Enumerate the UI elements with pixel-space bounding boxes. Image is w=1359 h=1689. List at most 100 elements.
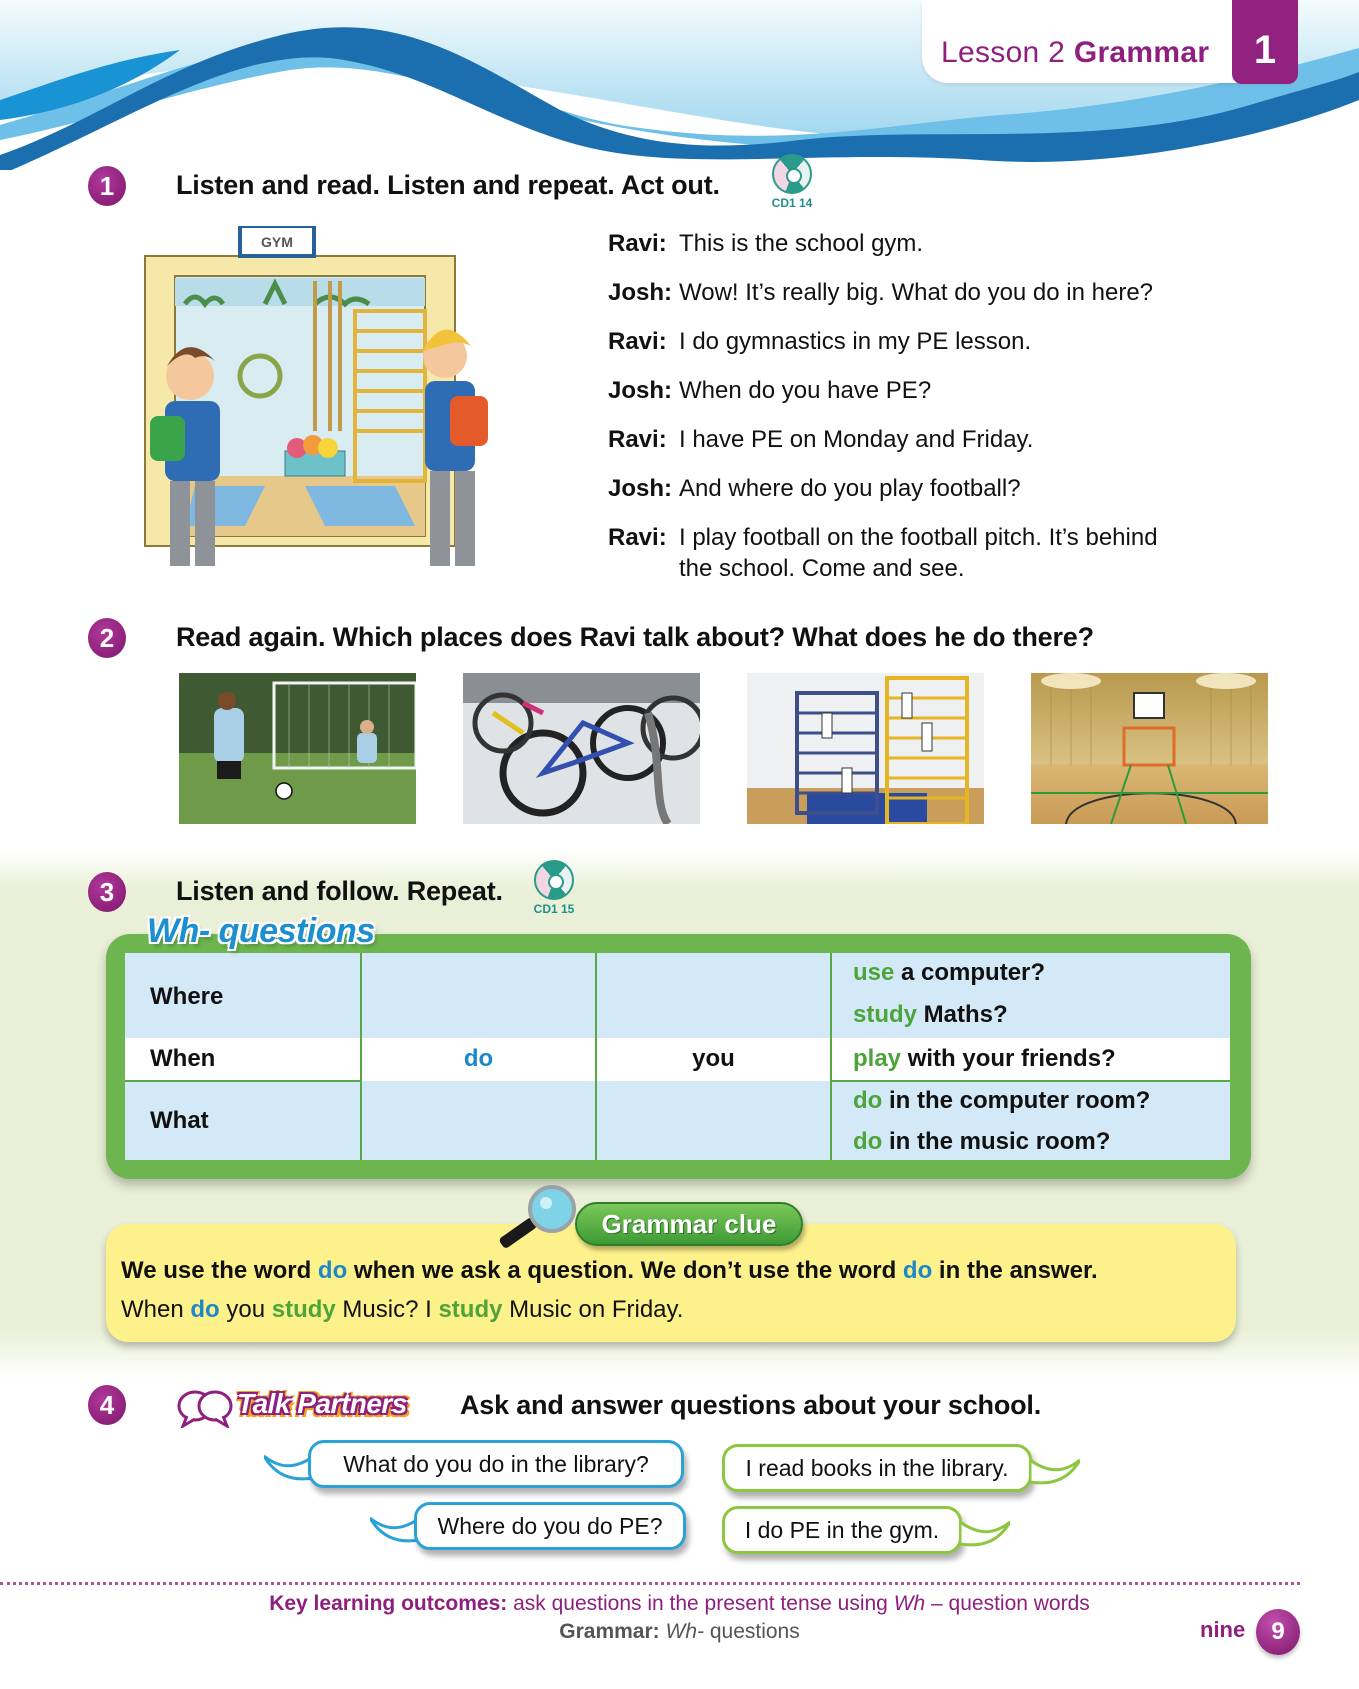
gym-door-illustration: GYM [144, 226, 488, 566]
ending: play with your friends? [853, 1045, 1116, 1073]
ending: do in the computer room? [853, 1087, 1150, 1115]
answer-bubble-tail [1030, 1458, 1080, 1485]
speech-bubbles-icon [177, 1390, 233, 1428]
exercise-number-badge: 4 [88, 1385, 126, 1425]
line-text: Wow! It’s really big. What do you do in … [679, 279, 1154, 306]
clue-text: Music? I [335, 1296, 439, 1323]
ending: study Maths? [853, 1001, 1008, 1029]
line-text: I have PE on Monday and Friday. [679, 426, 1034, 453]
line-text: I play football on the football pitch. I… [679, 524, 1158, 551]
cd-label: CD1 15 [533, 902, 575, 916]
photo-gym-climbing-frames [747, 673, 984, 824]
highlighted-word: do [317, 1257, 348, 1284]
clue-text: Music on Friday. [502, 1296, 684, 1323]
question-word: What [150, 1107, 209, 1134]
table-row-where [125, 953, 1230, 1038]
ending: use a computer? [853, 959, 1045, 987]
talk-partners-label: Talk Partners [237, 1388, 407, 1419]
question-bubble: What do you do in the library? [308, 1440, 684, 1488]
grammar-clue-rule: We use the word do when we ask a questio… [121, 1257, 1098, 1285]
answer-bubble: I do PE in the gym. [722, 1506, 962, 1554]
speaker: Ravi: [608, 426, 667, 453]
dialogue-line: Ravi: This is the school gym. [608, 230, 923, 258]
speaker: Josh: [608, 279, 673, 306]
dialogue-line: Josh: And where do you play football? [608, 475, 1021, 503]
clue-text: you [219, 1296, 272, 1323]
grammar-focus: Grammar: Wh- questions [0, 1620, 1359, 1644]
ending-verb: do [853, 1087, 883, 1114]
line-text-continued: the school. Come and see. [679, 555, 965, 582]
outcomes-text: ask questions in the present tense using [507, 1592, 894, 1615]
grammar-clue-badge: Grammar clue [575, 1202, 803, 1246]
table-divider [830, 1080, 1230, 1082]
exercise-number-badge: 1 [88, 166, 126, 206]
question-word: When [150, 1045, 216, 1072]
cd-icon [772, 154, 812, 194]
question-bubble-tail [370, 1516, 420, 1543]
unit-number-tab: 1 [1232, 0, 1298, 84]
line-text: And where do you play football? [679, 475, 1021, 502]
wh-questions-table: Where When What do you use a computer? s… [125, 953, 1230, 1160]
question-bubble-tail [264, 1454, 314, 1481]
ending-rest: in the computer room? [882, 1087, 1151, 1114]
ending-verb: use [853, 959, 895, 986]
outcomes-label: Key learning outcomes: [269, 1592, 508, 1615]
clue-text: When [121, 1296, 191, 1323]
answer-bubble: I read books in the library. [722, 1444, 1032, 1492]
cd-label: CD1 14 [771, 196, 813, 210]
cd-icon [534, 860, 574, 900]
magnifier-icon [499, 1185, 576, 1248]
outcomes-italic: Wh [893, 1592, 926, 1615]
exercise-2-instruction: Read again. Which places does Ravi talk … [176, 622, 1094, 652]
ending-verb: do [853, 1128, 883, 1155]
ending-rest: with your friends? [901, 1045, 1116, 1072]
ending-rest: Maths? [917, 1001, 1008, 1028]
lesson-label: Lesson 2 [941, 36, 1066, 69]
gym-sign-text: GYM [261, 234, 293, 250]
clue-text: when we ask a question. We don’t use the… [347, 1257, 903, 1284]
page-number-badge: 9 [1256, 1609, 1300, 1655]
exercise-4-instruction: Ask and answer questions about your scho… [460, 1390, 1042, 1420]
ending-verb: study [853, 1001, 918, 1028]
table-divider [125, 1080, 361, 1082]
outcomes-text-end: – question words [925, 1592, 1090, 1615]
page-number-word: nine [1200, 1617, 1246, 1642]
line-text: This is the school gym. [679, 230, 924, 257]
dialogue-line: Josh: When do you have PE? [608, 377, 931, 405]
speaker: Josh: [608, 377, 673, 404]
speaker: Ravi: [608, 230, 667, 257]
footer-divider [0, 1582, 1300, 1585]
lesson-type: Grammar [1073, 36, 1210, 69]
dialogue-line: Ravi: I do gymnastics in my PE lesson. [608, 328, 1031, 356]
exercise-3-instruction: Listen and follow. Repeat. [176, 876, 503, 906]
question-bubble: Where do you do PE? [414, 1502, 686, 1550]
clue-text: We use the word [121, 1257, 318, 1284]
line-text: I do gymnastics in my PE lesson. [679, 328, 1032, 355]
table-title: Wh- questions [147, 912, 375, 950]
dialogue-line: Ravi: I play football on the football pi… [608, 524, 1158, 582]
photo-sports-hall [1031, 673, 1268, 824]
lesson-title: Lesson 2 Grammar [941, 36, 1209, 70]
dialogue-line: Josh: Wow! It’s really big. What do you … [608, 279, 1153, 307]
cd-track-1-14[interactable]: CD1 14 [768, 154, 816, 216]
grammar-italic: Wh- [665, 1620, 705, 1643]
exercise-number-badge: 3 [88, 872, 126, 912]
answer-bubble-tail [960, 1520, 1010, 1547]
speaker: Ravi: [608, 328, 667, 355]
ending: do in the music room? [853, 1128, 1110, 1156]
grammar-label: Grammar: [559, 1620, 660, 1643]
talk-partners-badge: Talk Partners [175, 1388, 443, 1428]
cd-track-1-15[interactable]: CD1 15 [530, 860, 578, 922]
highlighted-word: study [271, 1296, 336, 1323]
photo-football-pitch [179, 673, 416, 824]
subject-you: you [692, 1045, 735, 1072]
grammar-clue-example: When do you study Music? I study Music o… [121, 1296, 683, 1324]
photo-bike-rack [463, 673, 700, 824]
exercise-number-badge: 2 [88, 618, 126, 658]
ending-verb: play [853, 1045, 902, 1072]
dialogue-line: Ravi: I have PE on Monday and Friday. [608, 426, 1033, 454]
highlighted-word: do [902, 1257, 933, 1284]
auxiliary-do: do [463, 1045, 494, 1072]
speaker: Ravi: [608, 524, 667, 551]
line-text: When do you have PE? [679, 377, 932, 404]
